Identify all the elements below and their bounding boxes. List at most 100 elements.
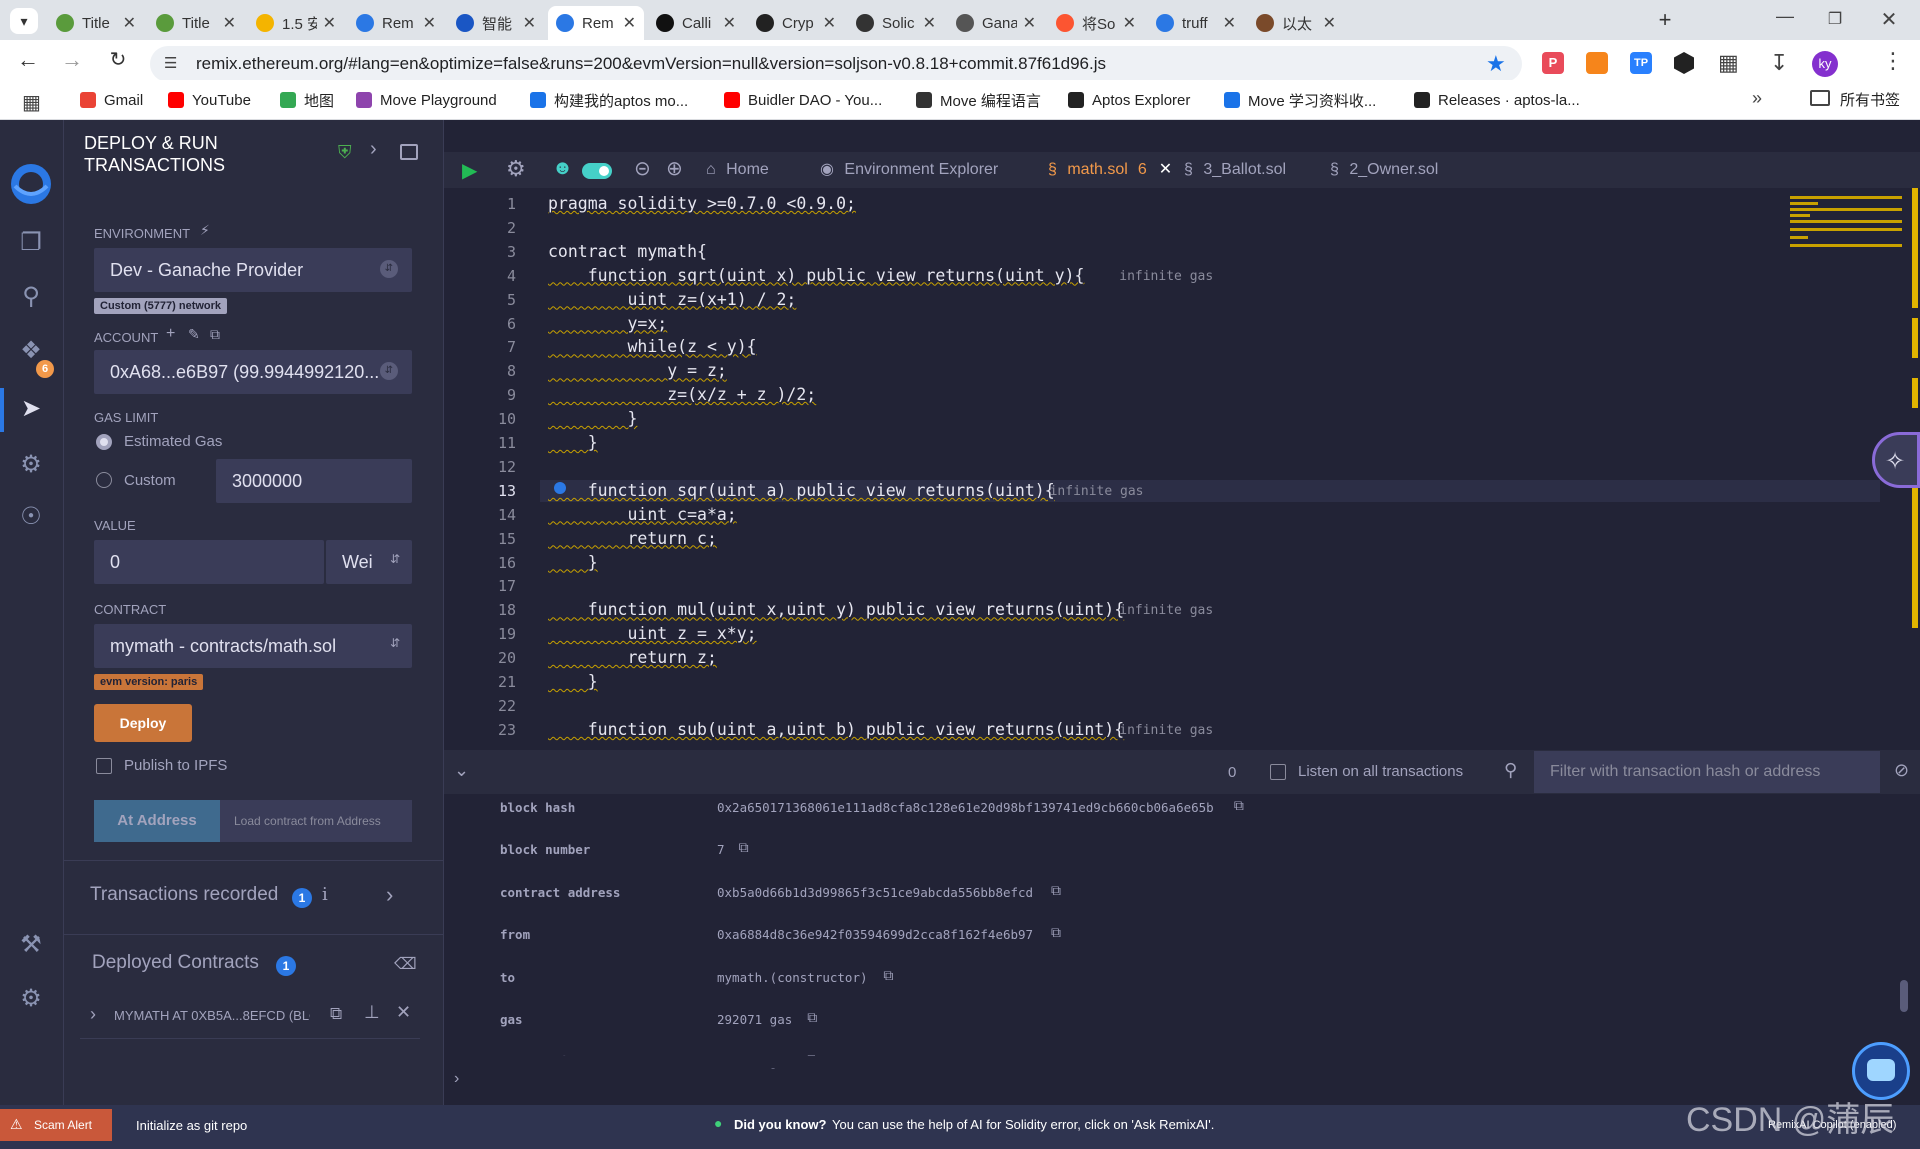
terminal-prompt-icon[interactable]: ›: [454, 1070, 459, 1088]
code-line[interactable]: return z;: [548, 648, 716, 667]
code-line[interactable]: uint c=a*a;: [548, 505, 736, 524]
file-explorer-icon[interactable]: ❐: [14, 226, 48, 260]
copy-value-icon[interactable]: ⧉: [739, 840, 749, 856]
browser-tab[interactable]: 将So ✕: [1048, 6, 1144, 40]
bookmark-item[interactable]: YouTube: [168, 88, 251, 112]
bookmark-star-icon[interactable]: ★: [1486, 51, 1506, 77]
restore-window-button[interactable]: ❐: [1820, 6, 1850, 34]
extension-tp-icon[interactable]: TP: [1630, 52, 1652, 74]
code-line[interactable]: }: [548, 433, 598, 452]
browser-tab[interactable]: 智能 ✕: [448, 6, 544, 40]
close-window-button[interactable]: ✕: [1874, 6, 1904, 34]
browser-tab[interactable]: 1.5 安 ✕: [248, 6, 344, 40]
load-contract-input[interactable]: Load contract from Address: [220, 800, 412, 842]
code-line[interactable]: z=(x/z + z )/2;: [548, 385, 816, 404]
copy-value-icon[interactable]: ⧉: [807, 1010, 817, 1026]
reload-button[interactable]: ↻: [104, 46, 132, 74]
account-dropdown-icon[interactable]: ⇵: [380, 362, 398, 380]
ai-toggle-switch[interactable]: [582, 163, 612, 179]
editor-tab[interactable]: ⌂ Home: [706, 152, 769, 188]
listen-all-label[interactable]: Listen on all transactions: [1298, 763, 1463, 780]
copy-value-icon[interactable]: ⧉: [883, 968, 893, 984]
bookmark-label[interactable]: Gmail: [104, 92, 143, 109]
remove-contract-icon[interactable]: ✕: [396, 1002, 411, 1023]
environment-dropdown-icon[interactable]: ⇵: [380, 260, 398, 278]
terminal-scrollbar[interactable]: [1900, 980, 1908, 1012]
copy-value-icon[interactable]: ⧉: [1234, 798, 1244, 814]
bookmark-item[interactable]: Releases · aptos-la...: [1414, 88, 1580, 112]
transaction-filter-input[interactable]: Filter with transaction hash or address: [1534, 751, 1880, 793]
custom-gas-radio[interactable]: [96, 472, 112, 488]
expand-chevron-icon[interactable]: ›: [90, 1004, 96, 1025]
minimap[interactable]: [1790, 196, 1906, 276]
chevron-right-icon[interactable]: ›: [370, 138, 377, 161]
close-tab-icon[interactable]: ✕: [723, 13, 736, 33]
publish-ipfs-label[interactable]: Publish to IPFS: [124, 757, 227, 774]
run-script-icon[interactable]: ▶: [462, 158, 477, 183]
editor-tab[interactable]: ◉ Environment Explorer: [820, 152, 998, 188]
minimize-window-button[interactable]: —: [1770, 6, 1800, 34]
unit-dropdown-icon[interactable]: ⇵: [390, 552, 400, 566]
bookmark-item[interactable]: Move 编程语言: [916, 88, 1041, 112]
plugin-manager-icon[interactable]: ⚒: [14, 928, 48, 962]
deployed-contract-name[interactable]: MYMATH AT 0XB5A...8EFCD (BLC: [114, 1008, 310, 1023]
contract-select[interactable]: mymath - contracts/math.sol: [94, 624, 412, 668]
editor-tab-label[interactable]: 3_Ballot.sol: [1203, 161, 1286, 178]
copy-value-icon[interactable]: ⧉: [1051, 883, 1061, 899]
close-tab-icon[interactable]: ✕: [1159, 161, 1172, 178]
publish-ipfs-checkbox[interactable]: [96, 758, 112, 774]
code-line[interactable]: }: [548, 409, 637, 428]
editor-tab[interactable]: § 3_Ballot.sol: [1184, 152, 1286, 188]
clear-console-icon[interactable]: ⊘: [1894, 760, 1909, 781]
close-tab-icon[interactable]: ✕: [123, 13, 136, 33]
remix-logo-icon[interactable]: [6, 162, 56, 206]
browser-tab[interactable]: Cryp ✕: [748, 6, 844, 40]
code-line[interactable]: }: [548, 672, 598, 691]
browser-tab[interactable]: Rem ✕: [548, 6, 644, 40]
apps-grid-icon[interactable]: ▦: [22, 90, 41, 115]
close-tab-icon[interactable]: ✕: [823, 13, 836, 33]
extension-hex-icon[interactable]: [1674, 52, 1694, 74]
estimated-gas-radio[interactable]: [96, 434, 112, 450]
init-git-button[interactable]: Initialize as git repo: [136, 1118, 247, 1133]
copy-account-icon[interactable]: ⧉: [210, 326, 220, 343]
value-input[interactable]: 0: [94, 540, 324, 584]
bookmarks-overflow-icon[interactable]: »: [1752, 88, 1762, 109]
code-line[interactable]: while(z < y){: [548, 337, 756, 356]
tab-search-button[interactable]: ▾: [10, 8, 38, 34]
code-line[interactable]: function sub(uint a,uint b) public view …: [548, 720, 1124, 739]
code-line[interactable]: function mul(uint x,uint y) public view …: [548, 600, 1124, 619]
close-tab-icon[interactable]: ✕: [923, 13, 936, 33]
extensions-puzzle-icon[interactable]: ▦: [1718, 50, 1739, 76]
code-line[interactable]: y=x;: [548, 314, 667, 333]
bookmark-label[interactable]: Move 学习资料收...: [1248, 90, 1376, 111]
search-icon[interactable]: ⚲: [14, 280, 48, 314]
listen-all-checkbox[interactable]: [1270, 764, 1286, 780]
deployed-contract-item[interactable]: › MYMATH AT 0XB5A...8EFCD (BLC ⧉ ⊥ ✕: [84, 1000, 411, 1034]
git-icon[interactable]: ☉: [14, 500, 48, 534]
bookmark-label[interactable]: Releases · aptos-la...: [1438, 92, 1580, 109]
browser-menu-icon[interactable]: ⋮: [1882, 48, 1904, 74]
environment-select[interactable]: Dev - Ganache Provider: [94, 248, 412, 292]
bookmark-item[interactable]: 构建我的aptos mo...: [530, 88, 688, 112]
zoom-in-icon[interactable]: ⊕: [666, 156, 683, 181]
bookmark-item[interactable]: Move Playground: [356, 88, 497, 112]
contract-dropdown-icon[interactable]: ⇵: [390, 636, 400, 650]
custom-gas-label[interactable]: Custom: [124, 472, 176, 489]
debugger-icon[interactable]: ⚙: [14, 448, 48, 482]
browser-tab[interactable]: Rem ✕: [348, 6, 444, 40]
copy-value-icon[interactable]: ⧉: [1051, 925, 1061, 941]
close-tab-icon[interactable]: ✕: [523, 13, 536, 33]
code-line[interactable]: contract mymath{: [548, 242, 707, 261]
close-tab-icon[interactable]: ✕: [1123, 13, 1136, 33]
code-line[interactable]: function sqrt(uint x) public view return…: [548, 266, 1085, 285]
collapse-terminal-icon[interactable]: ⌄: [454, 760, 469, 781]
pin-icon[interactable]: ⊥: [364, 1002, 380, 1023]
custom-gas-input[interactable]: 3000000: [216, 459, 412, 503]
chevron-right-icon[interactable]: ›: [386, 882, 393, 908]
address-bar[interactable]: ☰ remix.ethereum.org/#lang=en&optimize=f…: [150, 46, 1522, 82]
editor-tab[interactable]: § 2_Owner.sol: [1330, 152, 1438, 188]
metamask-icon[interactable]: [1586, 52, 1608, 74]
browser-tab[interactable]: Calli ✕: [648, 6, 744, 40]
remixai-floating-icon[interactable]: ✧: [1872, 432, 1920, 488]
